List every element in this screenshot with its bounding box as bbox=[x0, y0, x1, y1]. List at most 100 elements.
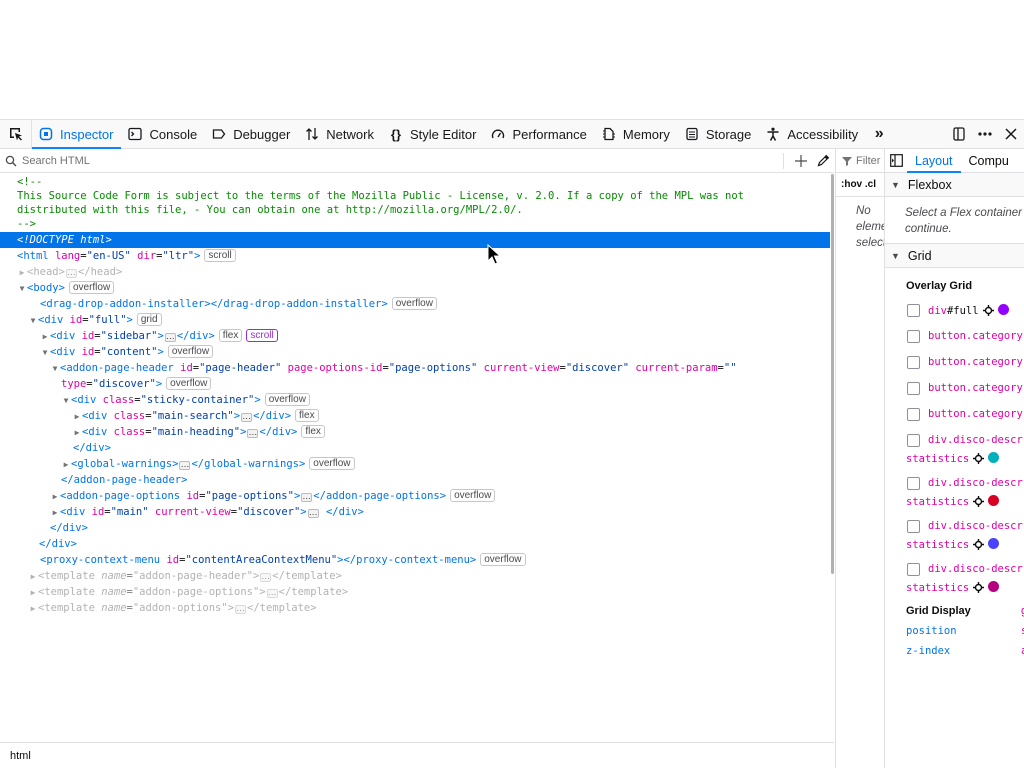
grid-section-header[interactable]: ▼ Grid bbox=[885, 244, 1024, 268]
tab-network[interactable]: Network bbox=[298, 120, 382, 148]
flexbox-section-header[interactable]: ▼ Flexbox bbox=[885, 173, 1024, 197]
tree-line-div-content[interactable]: ▼ <div id="content"> overflow bbox=[0, 344, 830, 360]
expand-arrow-icon[interactable]: ▶ bbox=[50, 505, 60, 521]
color-picker-button[interactable] bbox=[812, 150, 834, 172]
collapsed-ellipsis[interactable]: … bbox=[307, 508, 319, 518]
collapsed-ellipsis[interactable]: … bbox=[247, 428, 259, 438]
breadcrumb-item-html[interactable]: html bbox=[10, 750, 31, 762]
collapsed-ellipsis[interactable]: … bbox=[301, 492, 313, 502]
expand-arrow-icon[interactable]: ▶ bbox=[17, 265, 27, 281]
grid-overlay-checkbox[interactable] bbox=[907, 304, 920, 317]
collapse-arrow-icon[interactable]: ▼ bbox=[61, 393, 71, 409]
markup-scrollbar[interactable] bbox=[831, 174, 834, 574]
grid-overlay-checkbox[interactable] bbox=[907, 382, 920, 395]
grid-overlay-checkbox[interactable] bbox=[907, 330, 920, 343]
collapsed-ellipsis[interactable]: … bbox=[65, 268, 77, 278]
tab-computed[interactable]: Compu bbox=[961, 149, 1017, 172]
tree-line-template[interactable]: ▶ <template name="addon-page-header">… </t… bbox=[0, 568, 830, 584]
grid-color-swatch[interactable] bbox=[988, 581, 1000, 592]
tree-line-close-div[interactable]: </div> bbox=[0, 520, 830, 536]
tree-line-comment-close[interactable]: --> bbox=[0, 216, 830, 232]
grid-overlay-checkbox[interactable] bbox=[907, 356, 920, 369]
collapsed-ellipsis[interactable]: … bbox=[260, 572, 272, 582]
close-devtools-button[interactable] bbox=[998, 120, 1024, 148]
collapse-arrow-icon[interactable]: ▼ bbox=[17, 281, 27, 297]
search-html-input[interactable] bbox=[22, 150, 777, 171]
grid-overlay-checkbox[interactable] bbox=[907, 408, 920, 421]
tree-line-close-addon-page-header[interactable]: </addon-page-header> bbox=[0, 472, 830, 488]
expand-arrow-icon[interactable]: ▶ bbox=[28, 585, 38, 601]
tree-line-main-heading[interactable]: ▶ <div class="main-heading">… </div> flex bbox=[0, 424, 830, 440]
grid-color-swatch[interactable] bbox=[988, 538, 1000, 549]
expand-arrow-icon[interactable]: ▶ bbox=[61, 457, 71, 473]
tree-line-close-div[interactable]: </div> bbox=[0, 536, 830, 552]
tab-inspector[interactable]: Inspector bbox=[32, 120, 122, 149]
dock-options-button[interactable] bbox=[946, 120, 972, 148]
tree-line-drag-drop-installer[interactable]: <drag-drop-addon-installer></drag-drop-a… bbox=[0, 296, 830, 312]
collapse-arrow-icon[interactable]: ▼ bbox=[50, 361, 60, 377]
flex-badge[interactable]: flex bbox=[301, 425, 325, 438]
tab-storage[interactable]: Storage bbox=[678, 120, 760, 148]
tab-memory[interactable]: Memory bbox=[595, 120, 678, 148]
more-options-button[interactable] bbox=[972, 120, 998, 148]
highlight-target-icon[interactable] bbox=[973, 496, 985, 507]
expand-arrow-icon[interactable]: ▶ bbox=[72, 409, 82, 425]
tree-line-div-full[interactable]: ▼ <div id="full"> grid bbox=[0, 312, 830, 328]
rules-filter-input[interactable]: Filter bbox=[856, 155, 880, 167]
collapsed-ellipsis[interactable]: … bbox=[266, 588, 278, 598]
overflow-badge[interactable]: overflow bbox=[480, 553, 526, 566]
overflow-badge[interactable]: overflow bbox=[450, 489, 496, 502]
expand-arrow-icon[interactable]: ▶ bbox=[28, 569, 38, 585]
tree-line-addon-page-header[interactable]: ▼ <addon-page-header id="page-header" pag… bbox=[0, 360, 830, 376]
tab-debugger[interactable]: Debugger bbox=[205, 120, 298, 148]
scroll-badge-active[interactable]: scroll bbox=[246, 329, 278, 342]
collapsed-ellipsis[interactable]: … bbox=[164, 332, 176, 342]
overflow-badge[interactable]: overflow bbox=[167, 345, 214, 358]
tree-line-close-div[interactable]: </div> bbox=[0, 440, 830, 456]
tree-line-sticky-container[interactable]: ▼ <div class="sticky-container"> overflow bbox=[0, 392, 830, 408]
tree-line-global-warnings[interactable]: ▶ <global-warnings>… </global-warnings> ove… bbox=[0, 456, 830, 472]
tab-performance[interactable]: Performance bbox=[484, 120, 594, 148]
tree-line-template[interactable]: ▶ <template name="addon-options">… </templ… bbox=[0, 600, 830, 616]
expand-arrow-icon[interactable]: ▶ bbox=[50, 489, 60, 505]
tab-accessibility[interactable]: Accessibility bbox=[759, 120, 866, 148]
tabs-overflow-button[interactable]: » bbox=[866, 120, 892, 148]
tree-line-doctype-selected[interactable]: <!DOCTYPE html> bbox=[0, 232, 830, 248]
collapsed-ellipsis[interactable]: … bbox=[235, 604, 247, 614]
toggle-pane-button[interactable] bbox=[885, 149, 907, 172]
expand-arrow-icon[interactable]: ▶ bbox=[40, 329, 50, 345]
cls-toggle-button[interactable]: .cl bbox=[865, 179, 876, 190]
grid-color-swatch[interactable] bbox=[988, 452, 1000, 463]
tree-line-div-sidebar[interactable]: ▶ <div id="sidebar">… </div> flex scroll bbox=[0, 328, 830, 344]
collapsed-ellipsis[interactable]: … bbox=[179, 460, 191, 470]
grid-overlay-checkbox[interactable] bbox=[907, 434, 920, 447]
grid-overlay-checkbox[interactable] bbox=[907, 477, 920, 490]
grid-color-swatch[interactable] bbox=[988, 495, 1000, 506]
expand-arrow-icon[interactable]: ▶ bbox=[28, 601, 38, 617]
tree-line-addon-page-options[interactable]: ▶ <addon-page-options id="page-options">…… bbox=[0, 488, 830, 504]
tree-line-proxy-context-menu[interactable]: <proxy-context-menu id="contentAreaConte… bbox=[0, 552, 830, 568]
expand-arrow-icon[interactable]: ▶ bbox=[72, 425, 82, 441]
tab-layout[interactable]: Layout bbox=[907, 149, 961, 173]
tree-line-main-search[interactable]: ▶ <div class="main-search">… </div> flex bbox=[0, 408, 830, 424]
overflow-badge[interactable]: overflow bbox=[309, 457, 355, 470]
scroll-badge[interactable]: scroll bbox=[204, 249, 236, 262]
flex-badge[interactable]: flex bbox=[218, 329, 243, 342]
collapsed-ellipsis[interactable]: … bbox=[241, 412, 253, 422]
highlight-target-icon[interactable] bbox=[973, 539, 985, 550]
overflow-badge[interactable]: overflow bbox=[391, 297, 437, 310]
overflow-badge[interactable]: overflow bbox=[68, 281, 115, 294]
tab-console[interactable]: Console bbox=[121, 120, 205, 148]
flex-badge[interactable]: flex bbox=[295, 409, 319, 422]
collapse-arrow-icon[interactable]: ▼ bbox=[40, 345, 50, 361]
tab-style-editor[interactable]: {} Style Editor bbox=[382, 120, 484, 148]
add-node-button[interactable] bbox=[790, 150, 812, 172]
tree-line-div-main[interactable]: ▶ <div id="main" current-view="discover">… bbox=[0, 504, 830, 520]
tree-line-addon-page-header-cont[interactable]: type="discover"> overflow bbox=[0, 376, 830, 392]
hov-toggle-button[interactable]: :hov bbox=[841, 179, 862, 190]
grid-badge[interactable]: grid bbox=[136, 313, 162, 326]
overflow-badge[interactable]: overflow bbox=[166, 377, 212, 390]
element-picker-button[interactable] bbox=[0, 120, 32, 148]
collapse-arrow-icon[interactable]: ▼ bbox=[28, 313, 38, 329]
tree-line-html[interactable]: <html lang="en-US" dir="ltr"> scroll bbox=[0, 248, 830, 264]
